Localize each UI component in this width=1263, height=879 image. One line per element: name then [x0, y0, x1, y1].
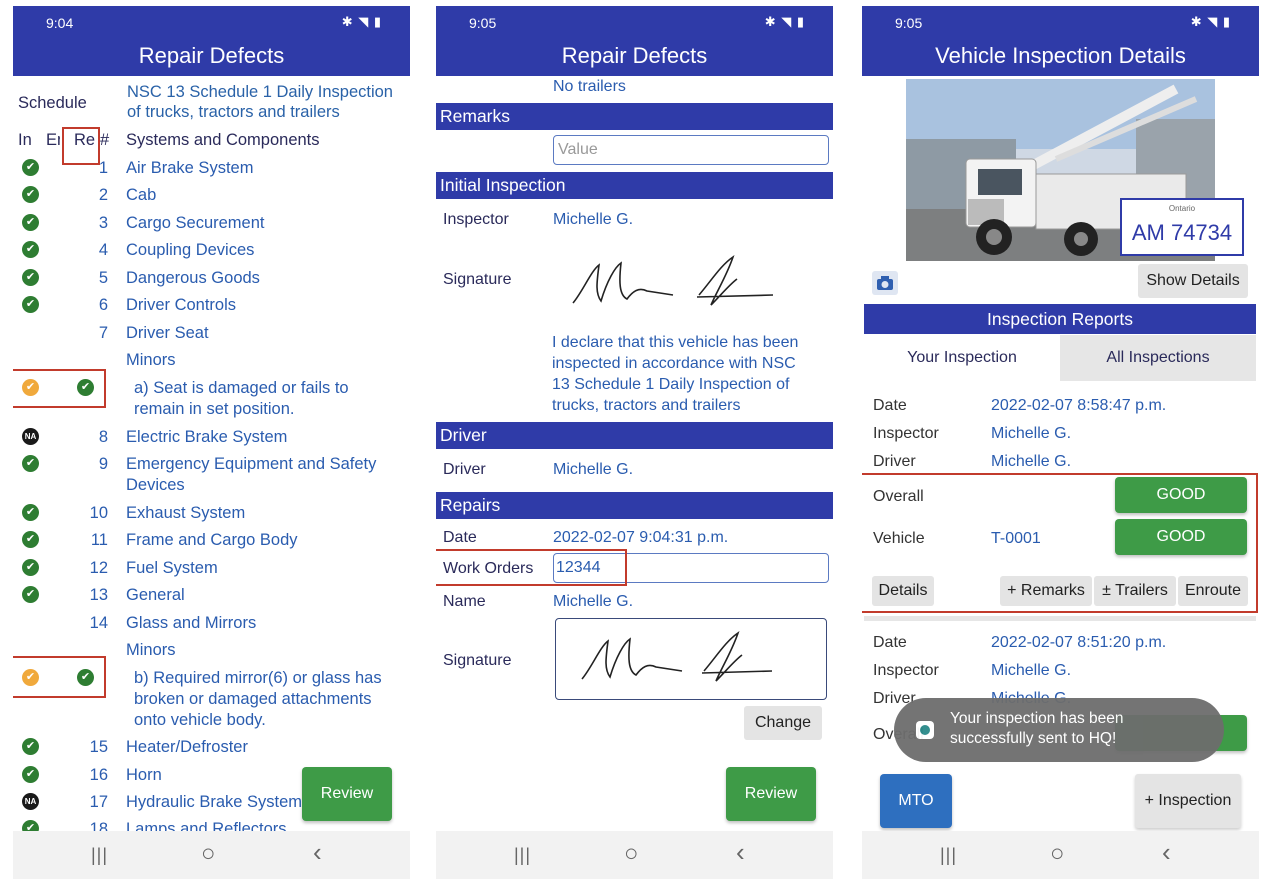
report-date-label: Date [873, 397, 907, 414]
status-icons: ✱ ◥ ▮ [1190, 14, 1231, 29]
recents-icon[interactable]: ||| [940, 845, 957, 866]
show-details-button[interactable]: Show Details [1138, 264, 1248, 298]
driver-section-header: Driver [436, 422, 833, 449]
report-divider [864, 616, 1256, 621]
name-value: Michelle G. [553, 593, 634, 610]
remarks-section-header: Remarks [436, 103, 833, 130]
report-driver-value: Michelle G. [991, 453, 1072, 470]
phone-repair-defects-list: 9:04 ✱ ◥ ▮ Repair Defects Schedule NSC 1… [13, 6, 410, 879]
status-bar: 9:05 ✱ ◥ ▮ [862, 6, 1259, 36]
home-icon[interactable]: ○ [1050, 840, 1065, 868]
report-inspector-label: Inspector [873, 425, 939, 442]
review-button[interactable]: Review [726, 767, 816, 821]
camera-icon[interactable] [872, 271, 898, 295]
signature-image [572, 255, 774, 306]
check-icon: ✔ [22, 269, 39, 286]
android-nav-bar: ||| ○ ‹ [862, 831, 1259, 879]
column-number-header: # [100, 131, 110, 149]
report-date-label: Date [873, 634, 907, 651]
review-button[interactable]: Review [302, 767, 392, 821]
back-icon[interactable]: ‹ [1162, 837, 1171, 868]
home-icon[interactable]: ○ [624, 840, 639, 868]
seat-defect-highlight [13, 369, 106, 408]
reports-section-header: Inspection Reports [864, 304, 1256, 334]
initial-inspection-header: Initial Inspection [436, 172, 833, 199]
mto-button[interactable]: MTO [880, 774, 952, 828]
signature-label: Signature [443, 652, 512, 669]
report-date-value: 2022-02-07 8:58:47 p.m. [991, 397, 1167, 414]
page-title: Repair Defects [13, 36, 410, 76]
status-time: 9:04 [46, 15, 74, 31]
check-icon: ✔ [22, 559, 39, 576]
driver-label: Driver [443, 461, 486, 478]
back-icon[interactable]: ‹ [313, 837, 322, 868]
change-signature-button[interactable]: Change [744, 706, 822, 740]
status-time: 9:05 [895, 15, 923, 31]
phone-repair-defects-form: 9:05 ✱ ◥ ▮ Repair Defects No trailers Re… [436, 6, 833, 879]
inspector-value: Michelle G. [553, 211, 634, 228]
check-icon: ✔ [22, 738, 39, 755]
na-badge: NA [22, 793, 39, 810]
android-nav-bar: ||| ○ ‹ [436, 831, 833, 879]
phone-vehicle-inspection-details: 9:05 ✱ ◥ ▮ Vehicle Inspection Details On… [862, 6, 1259, 879]
tab-your-inspection[interactable]: Your Inspection [864, 335, 1060, 381]
status-bar: 9:05 ✱ ◥ ▮ [436, 6, 833, 36]
home-icon[interactable]: ○ [201, 840, 216, 868]
android-nav-bar: ||| ○ ‹ [13, 831, 410, 879]
check-icon: ✔ [22, 159, 39, 176]
check-icon: ✔ [22, 241, 39, 258]
signature-image [581, 631, 773, 682]
trailers-text: No trailers [553, 78, 626, 95]
report-inspector-value: Michelle G. [991, 425, 1072, 442]
mirror-defect-highlight [13, 656, 106, 698]
column-in-header: In [18, 131, 32, 149]
recents-icon[interactable]: ||| [514, 845, 531, 866]
add-inspection-button[interactable]: + Inspection [1135, 774, 1241, 828]
check-icon: ✔ [22, 531, 39, 548]
report-driver-label: Driver [873, 453, 916, 470]
check-icon: ✔ [22, 214, 39, 231]
tab-all-inspections[interactable]: All Inspections [1060, 335, 1256, 381]
name-label: Name [443, 593, 486, 610]
column-en-header: En [46, 131, 60, 149]
schedule-name[interactable]: NSC 13 Schedule 1 Daily Inspection of tr… [127, 82, 409, 122]
page-title: Repair Defects [436, 36, 833, 76]
app-icon [916, 721, 934, 739]
report-inspector-label: Inspector [873, 662, 939, 679]
recents-icon[interactable]: ||| [91, 845, 108, 866]
check-icon: ✔ [22, 186, 39, 203]
na-badge: NA [22, 428, 39, 445]
status-icons: ✱ ◥ ▮ [341, 14, 382, 29]
column-systems-header: Systems and Components [126, 131, 320, 149]
driver-value: Michelle G. [553, 461, 634, 478]
report-date-value: 2022-02-07 8:51:20 p.m. [991, 634, 1167, 651]
check-icon: ✔ [22, 504, 39, 521]
signature-label: Signature [443, 271, 512, 288]
repairs-section-header: Repairs [436, 492, 833, 519]
check-icon: ✔ [22, 296, 39, 313]
signature-pad[interactable] [555, 618, 827, 700]
check-icon: ✔ [22, 766, 39, 783]
report-highlight [862, 473, 1258, 613]
status-icons: ✱ ◥ ▮ [764, 14, 805, 29]
license-plate: Ontario AM 74734 [1120, 198, 1244, 256]
remarks-input[interactable]: Value [553, 135, 829, 165]
date-label: Date [443, 529, 477, 546]
inspector-label: Inspector [443, 211, 509, 228]
check-icon: ✔ [22, 586, 39, 603]
report-inspector-value: Michelle G. [991, 662, 1072, 679]
schedule-label: Schedule [18, 94, 87, 112]
check-icon: ✔ [22, 455, 39, 472]
status-time: 9:05 [469, 15, 497, 31]
back-icon[interactable]: ‹ [736, 837, 745, 868]
work-orders-highlight [436, 549, 627, 586]
declaration-text: I declare that this vehicle has been ins… [552, 334, 799, 414]
status-bar: 9:04 ✱ ◥ ▮ [13, 6, 410, 36]
date-value: 2022-02-07 9:04:31 p.m. [553, 529, 729, 546]
page-title: Vehicle Inspection Details [862, 36, 1259, 76]
toast-notification: Your inspection has been successfully se… [894, 698, 1224, 762]
